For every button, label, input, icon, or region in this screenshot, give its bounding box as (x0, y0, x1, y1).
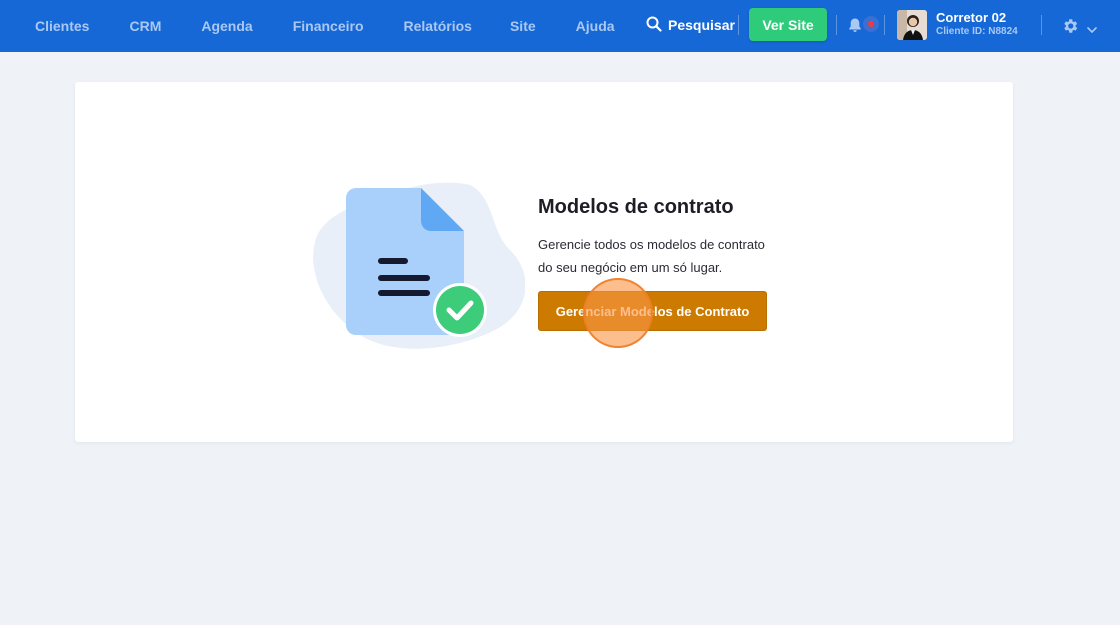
user-name: Corretor 02 (936, 10, 1007, 25)
description-line: do seu negócio em um só lugar. (538, 260, 723, 275)
nav-item-site[interactable]: Site (510, 18, 536, 34)
ver-site-button[interactable]: Ver Site (749, 8, 827, 41)
page-description: Gerencie todos os modelos de contrato do… (538, 233, 788, 279)
divider (1041, 15, 1042, 35)
nav-item-crm[interactable]: CRM (129, 18, 161, 34)
chevron-down-icon[interactable] (1087, 21, 1097, 39)
divider (836, 15, 837, 35)
search-label: Pesquisar (668, 17, 735, 33)
notification-badge[interactable] (863, 16, 879, 32)
top-navbar: Clientes CRM Agenda Financeiro Relatório… (0, 0, 1120, 52)
search-icon (646, 16, 668, 35)
avatar[interactable] (897, 10, 927, 40)
divider (738, 15, 739, 35)
description-line: Gerencie todos os modelos de contrato (538, 237, 765, 252)
nav-item-agenda[interactable]: Agenda (201, 18, 252, 34)
search-button[interactable]: Pesquisar (646, 14, 735, 36)
main-nav: Clientes CRM Agenda Financeiro Relatório… (35, 0, 615, 52)
nav-item-relatorios[interactable]: Relatórios (404, 18, 472, 34)
nav-item-ajuda[interactable]: Ajuda (576, 18, 615, 34)
page-title: Modelos de contrato (538, 196, 734, 218)
manage-contract-models-button[interactable]: Gerenciar Modelos de Contrato (538, 291, 767, 331)
nav-item-financeiro[interactable]: Financeiro (293, 18, 364, 34)
user-id: Cliente ID: N8824 (936, 26, 1018, 37)
gear-icon[interactable] (1061, 17, 1079, 40)
document-illustration (310, 180, 526, 355)
check-circle-icon (433, 283, 487, 337)
nav-item-clientes[interactable]: Clientes (35, 18, 89, 34)
divider (884, 15, 885, 35)
bell-icon[interactable] (847, 17, 863, 33)
